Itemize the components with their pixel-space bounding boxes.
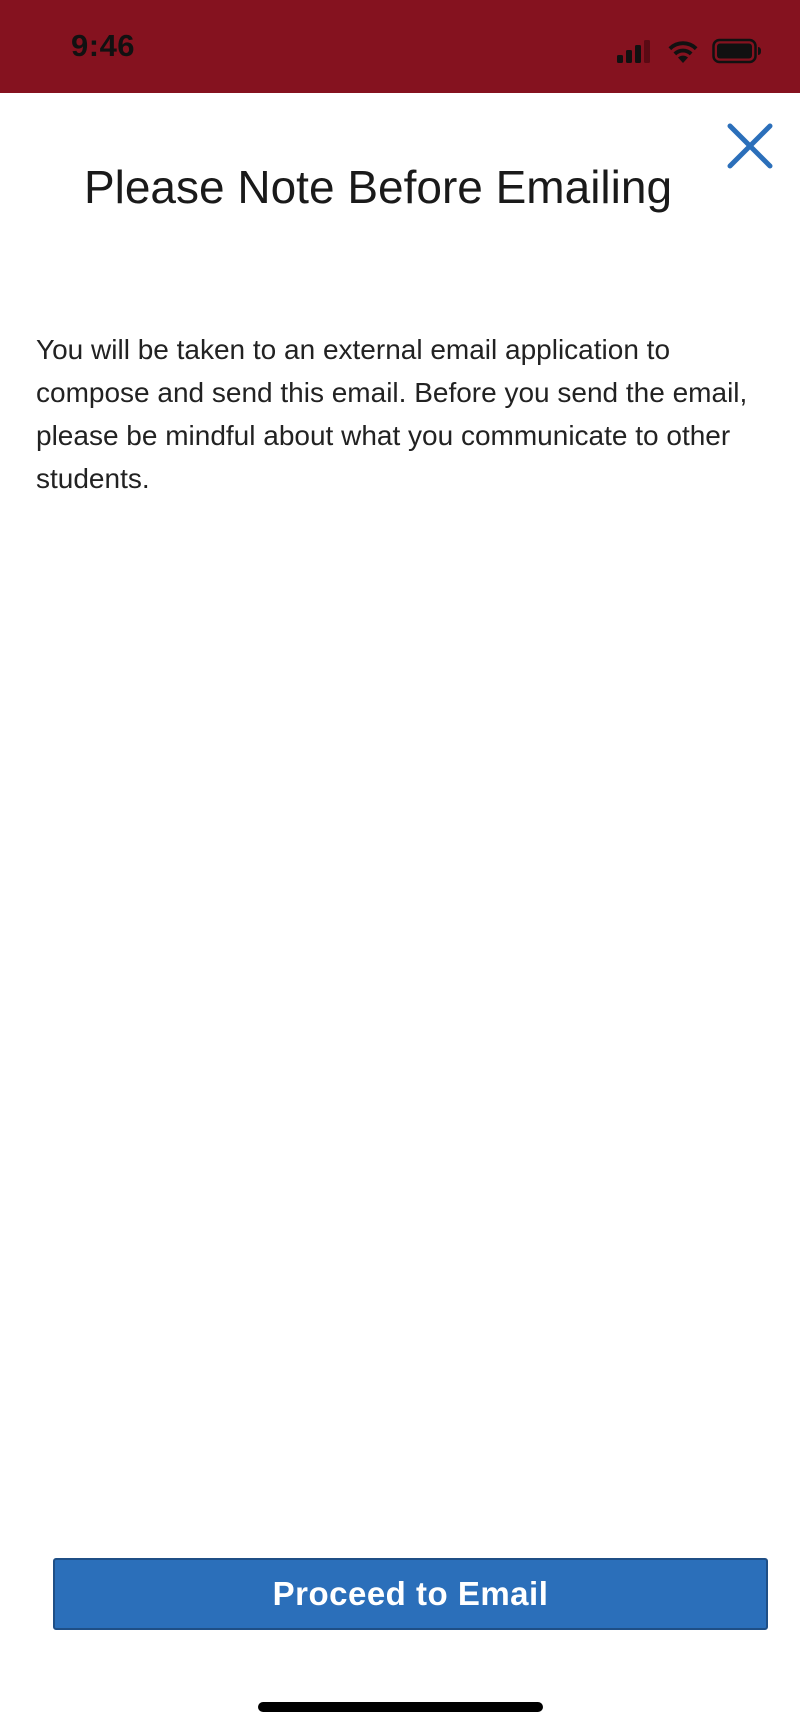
status-time: 9:46 [71,28,136,63]
battery-icon [712,38,761,64]
proceed-to-email-button[interactable]: Proceed to Email [53,1558,768,1630]
status-icons [616,36,762,66]
dialog-title: Please Note Before Emailing [83,161,673,213]
dialog-message: You will be taken to an external email a… [36,334,748,494]
status-bar: 9:46 [0,0,800,93]
home-indicator[interactable] [258,1702,543,1712]
wifi-icon [668,41,698,63]
cellular-signal-icon [617,40,650,63]
